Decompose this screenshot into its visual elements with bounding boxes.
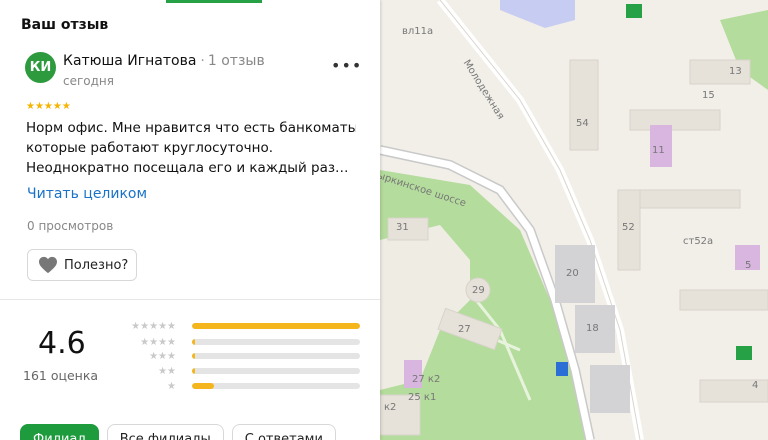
filter-chip-label: С ответами <box>244 431 323 440</box>
map-building-label: 52 <box>622 222 635 233</box>
author-name[interactable]: Катюша Игнатова <box>63 53 196 69</box>
review-text-line: которые работают круглосуточно. <box>26 140 274 156</box>
map-building-label: 11 <box>652 145 665 156</box>
heart-icon <box>39 256 57 274</box>
rating-bar-track <box>192 368 360 374</box>
rating-row-5[interactable]: ★★★★★ <box>120 320 360 332</box>
average-rating: 4.6 <box>38 326 86 361</box>
filter-chip-all-branches[interactable]: Все филиалы <box>106 424 224 440</box>
map-building-label: 15 <box>702 90 715 101</box>
map-building-label: вл11а <box>402 26 434 37</box>
active-tab-indicator <box>166 0 262 3</box>
helpful-label: Полезно? <box>64 257 129 273</box>
review-date: сегодня <box>63 74 114 88</box>
rating-bar-fill <box>192 353 195 359</box>
avatar[interactable]: КИ <box>25 52 56 83</box>
review-filters: Филиал Все филиалы С ответами <box>20 424 336 440</box>
rating-bar-track <box>192 353 360 359</box>
map-building-label: 27 <box>458 324 471 335</box>
building-54 <box>569 59 599 151</box>
rating-bar-track <box>192 383 360 389</box>
rating-bar-fill <box>192 383 214 389</box>
rating-row-2[interactable]: ★★ <box>120 365 360 377</box>
map-building-label: к2 <box>384 402 397 413</box>
map-building-label: 29 <box>472 285 485 296</box>
helpful-button[interactable]: Полезно? <box>27 249 137 281</box>
avatar-initials: КИ <box>29 60 52 75</box>
rating-row-stars: ★ <box>167 380 176 392</box>
rating-count: 161 оценка <box>23 368 99 383</box>
author-separator: · <box>200 53 205 69</box>
filter-chip-branch[interactable]: Филиал <box>20 424 99 440</box>
rating-row-stars: ★★★★ <box>140 336 176 348</box>
map-building-label: 18 <box>586 323 599 334</box>
your-review-title: Ваш отзыв <box>21 17 109 33</box>
review-text-line: Норм офис. Мне нравится что есть банкома… <box>26 120 356 136</box>
rating-row-stars: ★★★ <box>149 350 176 362</box>
map-building-label: 27 к2 <box>412 374 441 385</box>
rating-row-stars: ★★ <box>158 365 176 377</box>
reviews-panel: Ваш отзыв КИ Катюша Игнатова · 1 отзыв сег… <box>0 0 380 440</box>
rating-bar-track <box>192 323 360 329</box>
rating-row-4[interactable]: ★★★★ <box>120 336 360 348</box>
more-options-button[interactable]: ••• <box>331 56 361 76</box>
author-review-count[interactable]: 1 отзыв <box>208 53 265 69</box>
section-divider <box>0 299 380 300</box>
filter-chip-with-replies[interactable]: С ответами <box>231 424 336 440</box>
map-building-label: 13 <box>729 66 742 77</box>
map-building-label: 25 к1 <box>408 392 437 403</box>
review-text-line: Неоднократно посещала его и каждый раз… <box>26 160 349 176</box>
rating-bar-track <box>192 339 360 345</box>
filter-chip-label: Все филиалы <box>119 431 211 440</box>
rating-row-1[interactable]: ★ <box>120 380 360 392</box>
views-count: 0 просмотров <box>27 219 114 233</box>
map-building-label: 54 <box>576 118 589 129</box>
review-stars: ★★★★★ <box>26 101 71 112</box>
map-building-label: 5 <box>745 260 752 271</box>
map-building-label: 20 <box>566 268 579 279</box>
building-16 <box>590 365 630 413</box>
author-line: Катюша Игнатова · 1 отзыв <box>63 53 265 69</box>
read-more-link[interactable]: Читать целиком <box>27 186 147 202</box>
review-text: Норм офис. Мне нравится что есть банкома… <box>26 118 356 178</box>
rating-bar-fill <box>192 339 196 345</box>
rating-row-3[interactable]: ★★★ <box>120 350 360 362</box>
rating-row-stars: ★★★★★ <box>131 320 176 332</box>
map-building-label: ст52а <box>683 236 714 247</box>
rating-bar-fill <box>192 323 360 329</box>
map-building-label: 4 <box>752 380 759 391</box>
filter-chip-label: Филиал <box>33 431 86 440</box>
rating-bar-fill <box>192 368 196 374</box>
map-building-label: 31 <box>396 222 409 233</box>
